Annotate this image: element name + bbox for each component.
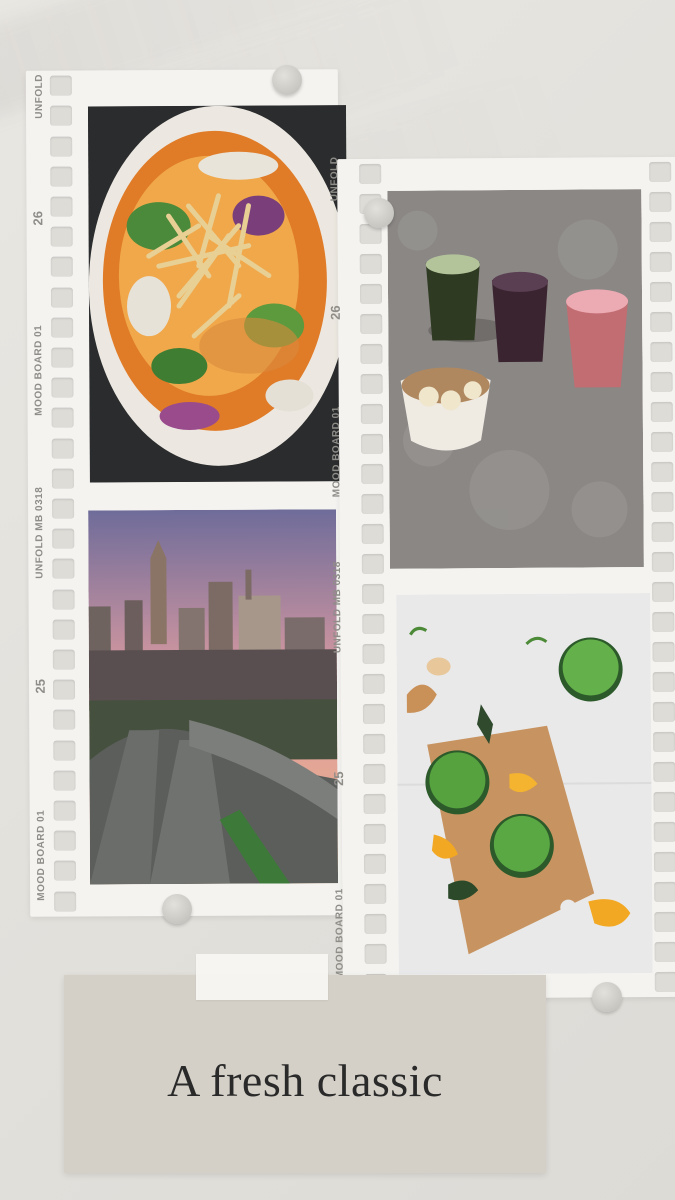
frame-number: 25 — [331, 771, 347, 786]
film-label-unfold-mb: UNFOLD MB 0318 — [331, 561, 344, 654]
green-juices-photo — [396, 593, 653, 975]
film-label-mood-board: MOOD BOARD 01 — [334, 888, 346, 980]
pin-bottom-right — [592, 982, 622, 1012]
perforations — [48, 71, 78, 917]
caption-text: A fresh classic — [167, 1054, 443, 1106]
city-skyline-photo — [88, 509, 339, 885]
film-label-mood-board: MOOD BOARD 01 — [35, 809, 48, 901]
film-strip-left: UNFOLD 26 MOOD BOARD 01 UNFOLD MB 0318 2… — [25, 69, 348, 917]
film-strip-right: UNFOLD 26 MOOD BOARD 01 UNFOLD MB 0318 2… — [328, 157, 675, 1000]
pin-middle — [364, 198, 394, 228]
salad-bowl-photo — [87, 105, 348, 483]
pin-bottom-left — [162, 894, 192, 924]
film-label-mood-board: MOOD BOARD 01 — [33, 324, 45, 416]
perforations — [357, 159, 389, 999]
juices-on-sand-photo — [387, 189, 644, 569]
pin-top-left — [272, 65, 302, 95]
film-label-mood-board: MOOD BOARD 01 — [330, 406, 343, 498]
film-label-unfold-mb: UNFOLD MB 0318 — [33, 486, 46, 579]
frame-number: 26 — [327, 305, 343, 320]
frame-number: 25 — [32, 678, 48, 694]
caption-card: A fresh classic — [64, 975, 546, 1173]
tape-strip — [196, 954, 328, 1000]
film-label-unfold: UNFOLD — [33, 74, 46, 119]
film-label-unfold: UNFOLD — [329, 156, 341, 202]
frame-number: 26 — [30, 210, 46, 226]
